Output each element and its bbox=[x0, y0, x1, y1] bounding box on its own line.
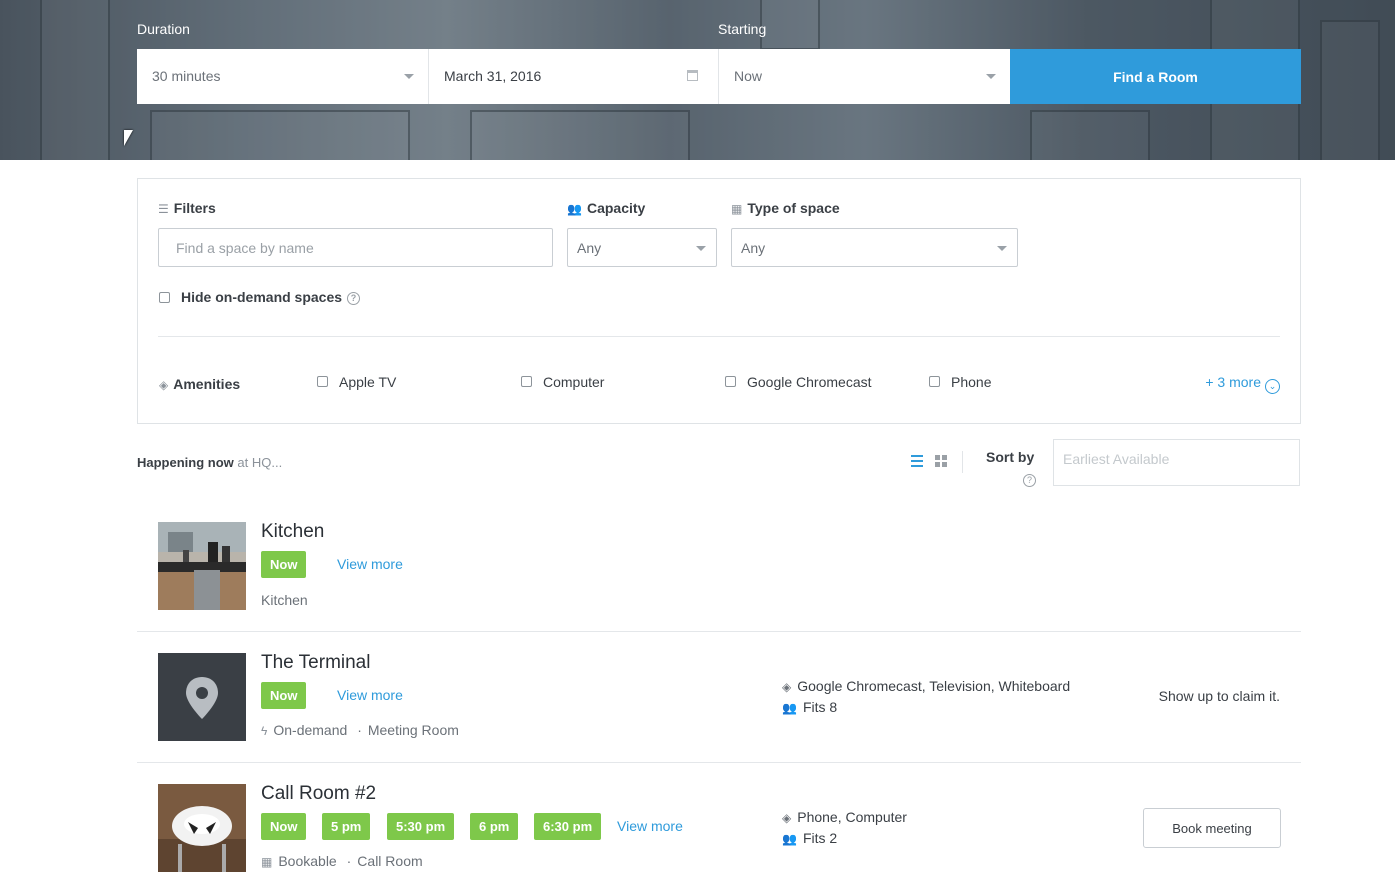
start-time-select[interactable]: Now bbox=[719, 49, 1010, 104]
happening-now-text: Happening now at HQ... bbox=[137, 455, 283, 470]
chevron-down-icon bbox=[986, 74, 996, 79]
sort-select[interactable]: Earliest Available bbox=[1053, 439, 1300, 486]
room-capacity: 👥 Fits 8 bbox=[782, 699, 838, 715]
calendar-icon: ▦ bbox=[261, 855, 273, 869]
space-name-input[interactable]: Find a space by name bbox=[158, 228, 553, 267]
chevron-down-circle-icon: ⌄ bbox=[1265, 379, 1280, 394]
time-slot-tag[interactable]: Now bbox=[261, 682, 307, 709]
calendar-icon bbox=[687, 70, 698, 81]
list-view-icon[interactable] bbox=[911, 455, 923, 467]
type-value: Any bbox=[741, 240, 766, 256]
type-heading: ▦ Type of space bbox=[731, 200, 840, 216]
people-icon: 👥 bbox=[782, 832, 797, 846]
filters-heading: ☰ Filters bbox=[158, 200, 216, 216]
space-name-placeholder: Find a space by name bbox=[176, 240, 314, 256]
type-select[interactable]: Any bbox=[731, 228, 1018, 267]
lightning-icon: ϟ bbox=[261, 724, 268, 738]
divider bbox=[158, 336, 1280, 337]
tag-icon: ◈ bbox=[782, 680, 792, 694]
people-icon: 👥 bbox=[782, 701, 797, 715]
capacity-value: Any bbox=[577, 240, 602, 256]
mouse-cursor-icon bbox=[124, 130, 133, 146]
start-value: Now bbox=[734, 68, 763, 84]
amenity-checkbox-phone[interactable] bbox=[929, 376, 940, 387]
people-icon: 👥 bbox=[567, 202, 582, 216]
time-slot-tag[interactable]: 5:30 pm bbox=[387, 813, 455, 840]
help-icon[interactable]: ? bbox=[347, 292, 361, 305]
map-pin-icon bbox=[186, 677, 218, 719]
amenity-checkbox-chromecast[interactable] bbox=[725, 376, 736, 387]
amenity-label-phone: Phone bbox=[951, 374, 992, 390]
room-type-text: Kitchen bbox=[261, 592, 308, 608]
view-more-link[interactable]: View more bbox=[617, 818, 683, 834]
room-title[interactable]: The Terminal bbox=[261, 652, 370, 674]
sort-by-label: Sort by bbox=[986, 449, 1035, 465]
chevron-down-icon bbox=[696, 246, 706, 251]
sort-placeholder: Earliest Available bbox=[1063, 451, 1170, 467]
room-title[interactable]: Call Room #2 bbox=[261, 783, 376, 805]
time-slot-tag[interactable]: 6:30 pm bbox=[534, 813, 602, 840]
search-bar: 30 minutes March 31, 2016 Now Find a Roo… bbox=[137, 49, 1301, 104]
date-value: March 31, 2016 bbox=[444, 68, 542, 84]
book-meeting-button[interactable]: Book meeting bbox=[1143, 808, 1281, 848]
room-row-terminal[interactable]: The Terminal Now View more ϟ On-demand · M… bbox=[137, 632, 1301, 763]
room-photo-placeholder bbox=[158, 653, 246, 741]
hide-on-demand-checkbox[interactable] bbox=[159, 292, 170, 303]
filter-panel: ☰ Filters Find a space by name 👥 Capacity … bbox=[137, 178, 1301, 424]
building-icon: ▦ bbox=[731, 202, 743, 216]
room-amenities: ◈ Phone, Computer bbox=[782, 809, 907, 825]
time-slot-tag[interactable]: Now bbox=[261, 813, 307, 840]
chevron-down-icon bbox=[997, 246, 1007, 251]
room-capacity: 👥 Fits 2 bbox=[782, 830, 838, 846]
sliders-icon: ☰ bbox=[158, 202, 169, 216]
more-amenities-link[interactable]: + 3 more ⌄ bbox=[1205, 374, 1280, 394]
capacity-heading: 👥 Capacity bbox=[567, 200, 646, 216]
duration-select[interactable]: 30 minutes bbox=[137, 49, 429, 104]
starting-label: Starting bbox=[718, 21, 767, 37]
amenity-label-chromecast: Google Chromecast bbox=[747, 374, 872, 390]
room-meta: ▦ Bookable · Call Room bbox=[261, 853, 423, 869]
amenity-checkbox-apple-tv[interactable] bbox=[317, 376, 328, 387]
capacity-select[interactable]: Any bbox=[567, 228, 717, 267]
room-photo-call-room bbox=[158, 784, 246, 872]
time-slot-tag[interactable]: 5 pm bbox=[322, 813, 371, 840]
date-picker[interactable]: March 31, 2016 bbox=[429, 49, 719, 104]
amenity-checkbox-computer[interactable] bbox=[521, 376, 532, 387]
time-slot-tag[interactable]: 6 pm bbox=[470, 813, 519, 840]
room-meta: ϟ On-demand · Meeting Room bbox=[261, 722, 459, 738]
room-row-kitchen[interactable]: Kitchen Now View more Kitchen bbox=[137, 500, 1301, 632]
find-room-button[interactable]: Find a Room bbox=[1010, 49, 1301, 104]
room-photo-kitchen bbox=[158, 522, 246, 610]
room-amenities: ◈ Google Chromecast, Television, Whiteboa… bbox=[782, 678, 1071, 694]
room-row-call-room-2[interactable]: Call Room #2 Now 5 pm 5:30 pm 6 pm 6:30 … bbox=[137, 763, 1301, 892]
time-slot-tag[interactable]: Now bbox=[261, 551, 307, 578]
hero-banner: Duration Starting 30 minutes March 31, 2… bbox=[0, 0, 1395, 160]
duration-value: 30 minutes bbox=[152, 68, 221, 84]
view-more-link[interactable]: View more bbox=[337, 556, 403, 572]
amenity-label-apple-tv: Apple TV bbox=[339, 374, 397, 390]
tag-icon: ◈ bbox=[159, 378, 169, 392]
divider bbox=[962, 451, 963, 473]
view-more-link[interactable]: View more bbox=[337, 687, 403, 703]
tag-icon: ◈ bbox=[782, 811, 792, 825]
duration-label: Duration bbox=[137, 21, 190, 37]
sort-help-icon[interactable]: ? bbox=[1023, 471, 1036, 487]
chevron-down-icon bbox=[404, 74, 414, 79]
claim-text: Show up to claim it. bbox=[1158, 688, 1280, 704]
amenities-heading: ◈ Amenities bbox=[159, 376, 241, 392]
grid-view-icon[interactable] bbox=[935, 455, 947, 467]
room-title[interactable]: Kitchen bbox=[261, 521, 324, 543]
hide-on-demand-label: Hide on-demand spaces? bbox=[181, 289, 361, 305]
amenity-label-computer: Computer bbox=[543, 374, 605, 390]
